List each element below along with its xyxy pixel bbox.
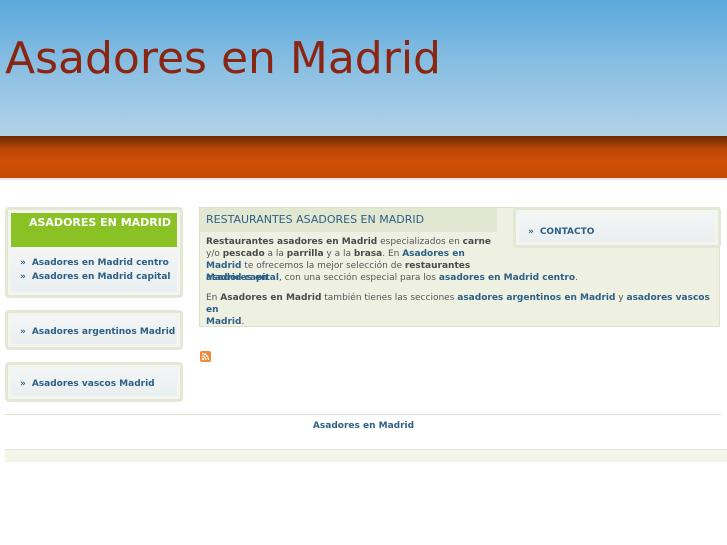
- footer-divider: [5, 414, 721, 415]
- intro-strong: carne: [462, 237, 492, 247]
- sidebar-box-argentinos: » Asadores argentinos Madrid: [5, 310, 183, 350]
- intro-text: te ofrecemos la mejor selección de: [241, 261, 405, 271]
- bullet-icon: »: [528, 227, 534, 237]
- sidebar-box-body: » Asadores argentinos Madrid: [11, 316, 177, 344]
- sections-text: también tienes las secciones: [321, 293, 458, 303]
- contact-link[interactable]: » CONTACTO: [528, 225, 594, 239]
- intro-text: y/o: [206, 249, 223, 259]
- intro-text: .: [575, 273, 578, 283]
- intro-strong: brasa: [353, 249, 383, 259]
- contact-nav: » CONTACTO: [528, 225, 594, 239]
- sidebar-item-madrid-centro[interactable]: » Asadores en Madrid centro: [20, 256, 171, 270]
- sidebar-item-argentinos[interactable]: » Asadores argentinos Madrid: [20, 325, 175, 339]
- intro-text: y a la: [323, 249, 354, 259]
- sections-text: y: [615, 293, 627, 303]
- intro-strong: Restaurantes asadores en Madrid: [206, 237, 378, 247]
- bullet-icon: »: [20, 272, 26, 282]
- sections-paragraph: En Asadores en Madrid también tienes las…: [206, 292, 716, 328]
- sections-text: En: [206, 293, 221, 303]
- contact-label: CONTACTO: [539, 227, 595, 237]
- main-heading: RESTAURANTES ASADORES EN MADRID: [206, 213, 425, 226]
- madrid-centro-link[interactable]: asadores en Madrid centro: [439, 273, 575, 283]
- sections-strong: Asadores en Madrid: [220, 293, 322, 303]
- intro-text: a la: [264, 249, 287, 259]
- sections-text: .: [241, 317, 245, 327]
- intro-text: especializados en: [377, 237, 463, 247]
- intro-text: . En: [382, 249, 403, 259]
- sidebar-box-heading: ASADORES EN MADRID: [11, 213, 177, 247]
- intro-strong: parrilla: [286, 249, 324, 259]
- sidebar-item-label: Asadores vascos Madrid: [31, 379, 155, 389]
- bullet-icon: »: [20, 258, 26, 268]
- header-divider: [0, 178, 727, 180]
- footer-link[interactable]: Asadores en Madrid: [0, 421, 727, 431]
- footer-bar: [5, 449, 727, 462]
- sidebar-box-body: » Asadores vascos Madrid: [11, 368, 177, 396]
- vascos-link-continued[interactable]: Madrid: [206, 317, 241, 327]
- bullet-icon: »: [20, 327, 26, 337]
- sidebar-box-main: ASADORES EN MADRID » Asadores en Madrid c…: [5, 207, 183, 298]
- sidebar-item-vascos[interactable]: » Asadores vascos Madrid: [20, 377, 155, 391]
- madrid-capital-link[interactable]: Madrid capital: [206, 273, 279, 283]
- sidebar-box-vascos: » Asadores vascos Madrid: [5, 362, 183, 402]
- sidebar-heading-label: ASADORES EN MADRID: [28, 216, 171, 229]
- intro-strong: restaurantes: [404, 261, 471, 271]
- sidebar-item-label: Asadores en Madrid centro: [31, 258, 169, 268]
- bullet-icon: »: [20, 379, 26, 389]
- intro-text: , con una sección especial para los: [278, 273, 439, 283]
- rss-feed-icon[interactable]: [200, 351, 211, 362]
- contact-box: » CONTACTO: [513, 207, 721, 248]
- site-title[interactable]: Asadores en Madrid: [5, 36, 441, 82]
- sidebar-item-label: Asadores en Madrid capital: [31, 272, 171, 282]
- contact-box-body: » CONTACTO: [519, 213, 715, 242]
- sidebar-box-body: » Asadores en Madrid centro » Asadores en …: [11, 247, 177, 292]
- sidebar-item-madrid-capital[interactable]: » Asadores en Madrid capital: [20, 270, 171, 284]
- intro-paragraph-continued: Madrid capital, con una sección especial…: [206, 272, 716, 284]
- sidebar-item-label: Asadores argentinos Madrid: [31, 327, 176, 337]
- sidebar-nav: » Asadores en Madrid centro » Asadores en …: [20, 256, 171, 284]
- intro-strong: pescado: [222, 249, 265, 259]
- site-header: Asadores en Madrid: [0, 0, 727, 136]
- sidebar-nav: » Asadores argentinos Madrid: [20, 325, 175, 339]
- sidebar-nav: » Asadores vascos Madrid: [20, 377, 155, 391]
- header-band: [0, 136, 727, 178]
- argentinos-link[interactable]: asadores argentinos en Madrid: [457, 293, 615, 303]
